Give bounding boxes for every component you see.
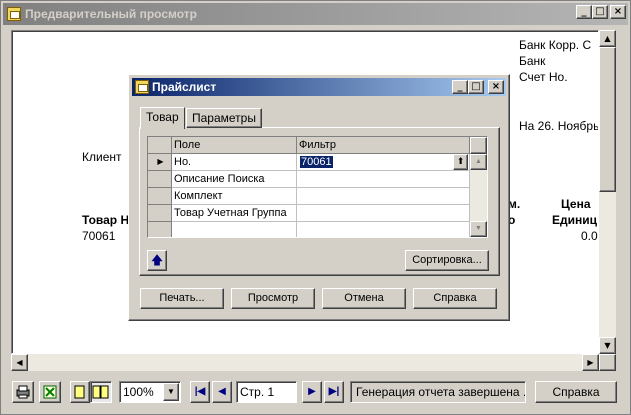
move-up-arrow-icon[interactable]: 🡅: [147, 250, 167, 271]
sort-button[interactable]: Сортировка...: [405, 250, 489, 271]
single-page-icon: [74, 385, 85, 399]
filter-value-selected[interactable]: 70061: [300, 156, 333, 168]
next-page-icon[interactable]: ▶: [302, 381, 322, 403]
grid-scroll-up-icon[interactable]: ▲: [470, 154, 487, 170]
report-col-price-bottom: Единиц: [552, 213, 597, 227]
report-account-no: Счет Но.: [519, 70, 568, 84]
report-bank: Банк: [519, 54, 546, 68]
grid-corner-header: [148, 137, 172, 154]
report-col-item-no: Товар Н: [82, 213, 130, 227]
grid-scrollbar[interactable]: ▲ ▼: [470, 137, 487, 237]
grid-scroll-down-icon[interactable]: ▼: [470, 221, 487, 237]
grid-header-filter[interactable]: Фильтр: [297, 137, 470, 154]
dialog-help-button[interactable]: Справка: [413, 288, 497, 309]
scroll-up-arrow-icon[interactable]: ▲: [599, 30, 616, 47]
help-button[interactable]: Справка: [535, 381, 617, 403]
grid-cell-field[interactable]: Но.: [172, 154, 297, 171]
first-page-icon[interactable]: |◀: [190, 381, 210, 403]
vertical-scroll-thumb[interactable]: [599, 47, 616, 192]
dialog-icon: [135, 80, 149, 94]
maximize-button[interactable]: □: [592, 5, 608, 19]
minimize-button[interactable]: _: [576, 5, 592, 19]
chevron-down-icon[interactable]: ▼: [163, 383, 179, 401]
grid-cell-filter-active[interactable]: 70061 ⬆: [297, 154, 470, 171]
zoom-value: 100%: [123, 385, 154, 399]
report-bank-corr: Банк Корр. С: [519, 38, 592, 52]
report-row-price: 0.0: [581, 229, 598, 243]
page-setup-icon[interactable]: [39, 381, 61, 403]
grid-cell-field[interactable]: Товар Учетная Группа: [172, 205, 297, 222]
row-selector[interactable]: [148, 171, 172, 188]
dialog-close-button[interactable]: ×: [488, 80, 504, 94]
filter-grid[interactable]: Поле Фильтр ▶ Но. 70061 ⬆ Описание Поиск…: [147, 136, 488, 238]
scroll-left-arrow-icon[interactable]: ◀: [11, 354, 28, 371]
window-title-bar: Предварительный просмотр: [3, 3, 628, 25]
horizontal-scrollbar[interactable]: ◀ ▶: [11, 354, 599, 371]
grid-cell-filter[interactable]: [297, 171, 470, 188]
grid-cell-field[interactable]: Описание Поиска: [172, 171, 297, 188]
status-bar: Генерация отчета завершена ...: [350, 381, 526, 403]
grid-scroll-header: [470, 137, 487, 154]
report-row-item-no: 70061: [82, 229, 116, 243]
excel-export-icon: [43, 385, 57, 399]
app-icon: [7, 7, 21, 21]
lookup-arrow-icon[interactable]: ⬆: [453, 154, 468, 170]
vertical-scrollbar[interactable]: ▲ ▼: [599, 30, 616, 354]
previous-page-icon[interactable]: ◀: [212, 381, 232, 403]
window-title: Предварительный просмотр: [25, 7, 197, 21]
row-selector[interactable]: [148, 205, 172, 222]
print-button[interactable]: Печать...: [140, 288, 224, 309]
zoom-select[interactable]: 100% ▼: [119, 381, 181, 403]
printer-icon: [16, 385, 30, 399]
page-number-value: Стр. 1: [240, 385, 275, 399]
report-date-line: На 26. Ноябрь: [519, 119, 599, 133]
grid-cell-filter[interactable]: [297, 188, 470, 205]
grid-cell-field[interactable]: Комплект: [172, 188, 297, 205]
page-number-field[interactable]: Стр. 1: [236, 381, 297, 403]
grid-header-field[interactable]: Поле: [172, 137, 297, 154]
two-page-icon: [92, 385, 109, 399]
single-page-view-icon[interactable]: [70, 381, 90, 403]
grid-cell-filter[interactable]: [297, 222, 470, 237]
tab-tovar[interactable]: Товар: [140, 107, 185, 129]
dialog-minimize-button[interactable]: _: [452, 80, 468, 94]
tab-parameters[interactable]: Параметры: [186, 108, 262, 128]
dialog-title-bar: Прайслист _ □ ×: [132, 78, 506, 96]
scroll-down-arrow-icon[interactable]: ▼: [599, 337, 616, 354]
report-client-label: Клиент: [82, 150, 122, 164]
row-selector[interactable]: [148, 188, 172, 205]
dialog-maximize-button[interactable]: □: [468, 80, 484, 94]
row-selector-active[interactable]: ▶: [148, 154, 172, 171]
print-icon[interactable]: [12, 381, 34, 403]
scroll-right-arrow-icon[interactable]: ▶: [582, 354, 599, 371]
two-page-view-icon[interactable]: [90, 381, 112, 403]
close-button[interactable]: ×: [610, 5, 626, 19]
grid-cell-filter[interactable]: [297, 205, 470, 222]
grid-cell-field[interactable]: [172, 222, 297, 237]
preview-button[interactable]: Просмотр: [231, 288, 315, 309]
cancel-button[interactable]: Отмена: [322, 288, 406, 309]
scrollbar-corner: [599, 354, 616, 371]
dialog-title: Прайслист: [152, 80, 217, 94]
last-page-icon[interactable]: ▶|: [324, 381, 344, 403]
row-selector[interactable]: [148, 222, 172, 237]
report-col-price-top: Цена: [561, 197, 591, 211]
status-text: Генерация отчета завершена ...: [356, 385, 526, 399]
